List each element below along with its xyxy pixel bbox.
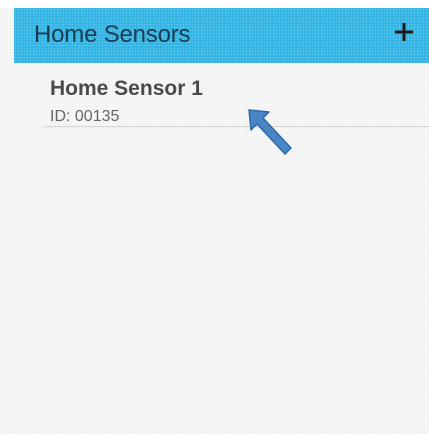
- list-divider: [44, 126, 429, 127]
- sensor-list-item[interactable]: Home Sensor 1 ID: 00135: [22, 63, 429, 129]
- status-strip: [0, 0, 429, 8]
- pointer-arrow-icon: [248, 109, 292, 155]
- sensor-id: ID: 00135: [50, 108, 120, 125]
- sensor-name: Home Sensor 1: [50, 77, 203, 100]
- screen: Home Sensors Home Sensor 1 ID: 00135: [0, 0, 429, 434]
- add-sensor-button[interactable]: [389, 17, 419, 47]
- app-bar: Home Sensors: [14, 8, 429, 63]
- plus-icon: [395, 23, 413, 41]
- app-title: Home Sensors: [34, 21, 191, 48]
